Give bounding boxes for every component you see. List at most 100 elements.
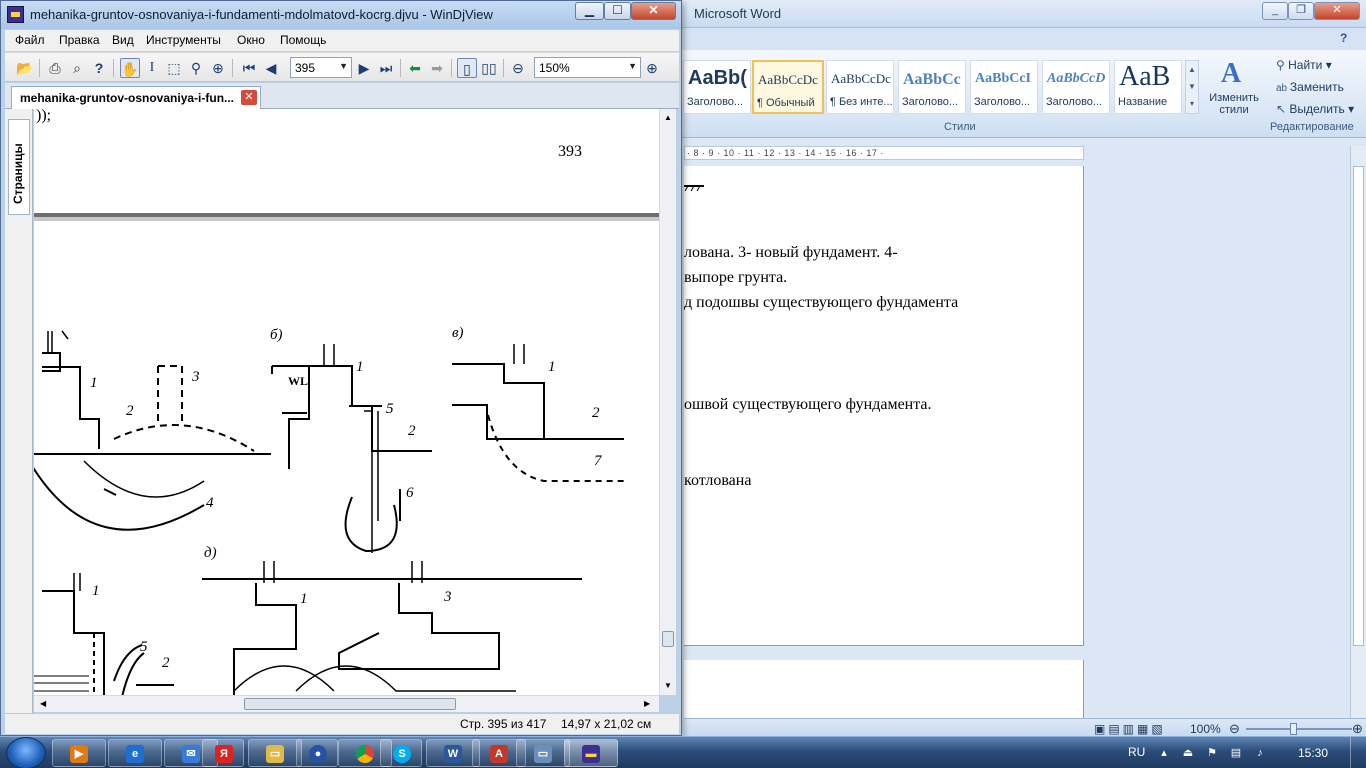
close-tab-icon[interactable]: ✕ [241, 90, 257, 105]
scroll-left-icon[interactable]: ◀ [40, 699, 46, 708]
volume-icon[interactable]: ♪ [1254, 747, 1266, 759]
two-pages-icon[interactable]: ▯▯ [479, 58, 499, 78]
zoom-out-icon[interactable]: ⊖ [1229, 721, 1240, 737]
menu-tools[interactable]: Инструменты [146, 33, 221, 47]
single-page-icon[interactable]: ▯ [457, 58, 477, 78]
djvu-maximize-button[interactable]: ☐ [604, 2, 631, 20]
word-vertical-scrollbar[interactable] [1350, 146, 1366, 718]
zoom-in-icon[interactable]: ⊕ [1352, 721, 1363, 737]
select-button[interactable]: ↖ Выделить ▾ [1276, 102, 1354, 116]
clock[interactable]: 15:30 [1298, 746, 1328, 760]
menu-file[interactable]: Файл [15, 33, 45, 47]
replace-button[interactable]: ab Заменить [1276, 80, 1344, 94]
style-heading-4[interactable]: AaBbCcD Заголово... [1042, 60, 1110, 114]
word-document-page-2[interactable] [684, 660, 1084, 720]
word-zoom-level[interactable]: 100% [1190, 722, 1221, 736]
styles-scroll-arrows[interactable]: ▲ ▼ ▾ [1185, 60, 1199, 114]
pages-panel-tab[interactable]: Страницы [8, 119, 30, 215]
scroll-right-icon[interactable]: ▶ [644, 699, 650, 708]
djvu-document-view[interactable]: )); 393 б) в) д) WL 1 2 3 4 1 5 2 6 1 2 … [34, 109, 659, 695]
first-page-icon[interactable]: ⏮ [239, 58, 259, 78]
text-select-icon[interactable]: I [142, 58, 162, 78]
djvu-title-bar: mehanika-gruntov-osnovaniya-i-fundamenti… [1, 1, 681, 29]
toolbar-separator [39, 59, 40, 77]
taskbar-explorer[interactable]: ▭ [248, 739, 302, 767]
style-heading-1[interactable]: AaBb( Заголово... [683, 60, 751, 114]
djvu-hscroll-thumb[interactable] [244, 698, 456, 710]
djvu-window: mehanika-gruntov-osnovaniya-i-fundamenti… [0, 0, 682, 736]
network-icon[interactable]: ▤ [1230, 747, 1242, 759]
zoom-in-icon[interactable]: ⊕ [642, 58, 662, 78]
hand-tool-icon[interactable]: ✋ [120, 58, 140, 78]
zoom-out-icon[interactable]: ⊖ [508, 58, 528, 78]
djvu-close-button[interactable]: ✕ [631, 2, 676, 20]
help-icon[interactable]: ? [89, 58, 109, 78]
djvu-horizontal-scrollbar[interactable]: ◀ ▶ [34, 695, 659, 712]
style-normal[interactable]: AaBbCcDc ¶ Обычный [752, 60, 824, 114]
flag-icon[interactable]: ⚑ [1206, 747, 1218, 759]
style-heading-2[interactable]: AaBbCc Заголово... [898, 60, 966, 114]
style-heading-3[interactable]: AaBbCcI Заголово... [970, 60, 1038, 114]
next-page-icon[interactable]: ▶ [354, 58, 374, 78]
back-icon[interactable]: ⬅ [405, 58, 425, 78]
document-tab[interactable]: mehanika-gruntov-osnovaniya-i-fun... ✕ [11, 86, 261, 109]
word-close-button[interactable]: ✕ [1314, 2, 1360, 20]
chevron-down-icon: ▼ [339, 61, 348, 71]
zoom-slider-thumb[interactable] [1290, 723, 1297, 735]
taskbar-window[interactable]: ▭ [516, 739, 570, 767]
find-icon[interactable]: ⌕ [67, 58, 87, 78]
djvu-vertical-scrollbar[interactable]: ▲ ▼ [659, 109, 676, 695]
style-title[interactable]: AaB Название [1114, 60, 1182, 114]
show-desktop-button[interactable] [1350, 737, 1366, 768]
taskbar-windjview[interactable]: ▬ [564, 739, 618, 767]
windjview-app-icon [7, 6, 24, 23]
status-page-info: Стр. 395 из 417 [460, 717, 547, 731]
taskbar-internet-explorer[interactable]: e [108, 739, 162, 767]
zoom-tool-icon[interactable]: ⚲ [186, 58, 206, 78]
rect-select-icon[interactable]: ⬚ [164, 58, 184, 78]
page-number-combo[interactable]: 395 ▼ [290, 57, 352, 78]
internet-explorer-icon: e [126, 745, 144, 763]
open-icon[interactable]: 📂 [15, 58, 35, 78]
scroll-up-icon[interactable]: ▲ [664, 113, 672, 122]
taskbar-yandex[interactable]: Я [202, 739, 244, 767]
menu-help[interactable]: Помощь [280, 33, 326, 47]
word-document-page[interactable]: лована. 3- новый фундамент. 4- выпоре гр… [684, 166, 1084, 646]
callout-1: 1 [300, 591, 308, 607]
zoom-slider[interactable] [1246, 728, 1352, 730]
style-no-spacing[interactable]: AaBbCcDc ¶ Без инте... [826, 60, 894, 114]
taskbar-media-center[interactable]: ● [296, 739, 338, 767]
help-icon[interactable]: ? [1340, 31, 1347, 45]
change-styles-icon[interactable]: A [1216, 58, 1246, 90]
prev-page-icon[interactable]: ◀ [261, 58, 281, 78]
djvu-toolbar: 📂 ⎙ ⌕ ? ✋ I ⬚ ⚲ ⊕ ⏮ ◀ 395 ▼ ▶ ⏭ ⬅ ➡ ▯ ▯▯… [5, 52, 679, 82]
media-player-icon: ▶ [70, 745, 88, 763]
word-minimize-button[interactable]: _ [1262, 2, 1288, 20]
menu-window[interactable]: Окно [237, 33, 265, 47]
menu-edit[interactable]: Правка [59, 33, 100, 47]
zoom-rect-icon[interactable]: ⊕ [208, 58, 228, 78]
change-styles-button[interactable]: Изменить стили [1204, 92, 1264, 116]
last-page-icon[interactable]: ⏭ [376, 58, 396, 78]
view-buttons[interactable]: ▣▤▥▦▧ [1094, 722, 1166, 736]
print-icon[interactable]: ⎙ [45, 58, 65, 78]
word-maximize-button[interactable]: ❐ [1288, 2, 1314, 20]
horizontal-ruler[interactable]: · 8 · 9 · 10 · 11 · 12 · 13 · 14 · 15 · … [684, 146, 1084, 160]
start-button[interactable] [6, 737, 46, 768]
show-hidden-icons[interactable]: ▴ [1158, 747, 1170, 759]
zoom-combo[interactable]: 150% ▼ [534, 57, 641, 78]
forward-icon[interactable]: ➡ [427, 58, 447, 78]
word-scroll-thumb[interactable] [1353, 166, 1364, 646]
scroll-down-icon[interactable]: ▼ [664, 681, 672, 690]
find-button[interactable]: ⚲ Найти ▾ [1276, 58, 1332, 72]
usb-icon[interactable]: ⏏ [1182, 747, 1194, 759]
taskbar-skype[interactable]: S [380, 739, 422, 767]
djvu-minimize-button[interactable]: ▁ [575, 2, 604, 20]
language-indicator[interactable]: RU [1128, 745, 1145, 759]
menu-view[interactable]: Вид [112, 33, 134, 47]
toolbar-separator [232, 59, 233, 77]
callout-1: 1 [92, 583, 100, 599]
cursor-icon: ↖ [1276, 102, 1290, 116]
taskbar-media-player[interactable]: ▶ [52, 739, 106, 767]
djvu-vscroll-thumb[interactable] [662, 631, 674, 647]
